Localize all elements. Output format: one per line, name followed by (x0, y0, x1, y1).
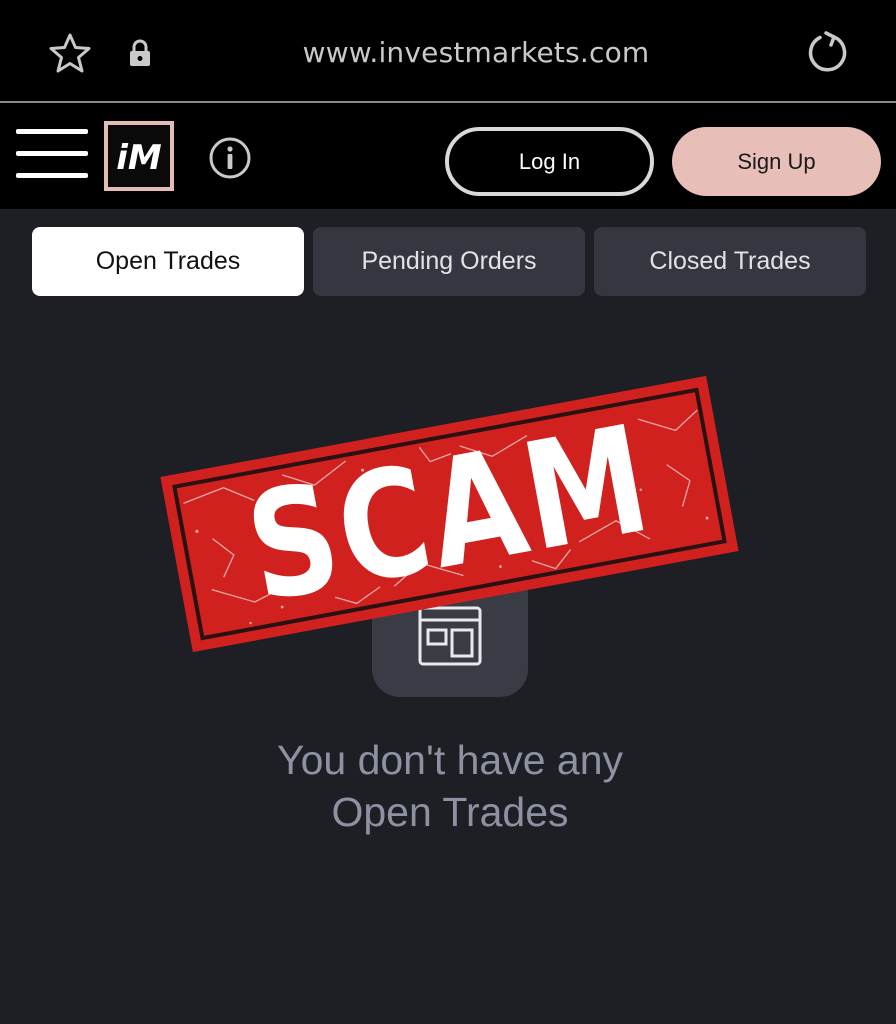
site-logo[interactable]: iM (104, 121, 174, 191)
star-icon[interactable] (48, 32, 92, 74)
tab-closed-trades[interactable]: Closed Trades (594, 227, 866, 296)
signup-button[interactable]: Sign Up (672, 127, 881, 196)
empty-box-icon (418, 606, 482, 666)
svg-text:iM: iM (116, 138, 162, 178)
scam-stamp-text: SCAM (235, 392, 664, 636)
reload-icon[interactable] (804, 30, 850, 76)
login-button[interactable]: Log In (445, 127, 654, 196)
menu-icon[interactable] (16, 127, 88, 181)
empty-state-message-line1: You don't have any (277, 737, 623, 783)
empty-state-message-line2: Open Trades (331, 789, 569, 835)
tab-open-trades[interactable]: Open Trades (32, 227, 304, 296)
lock-icon (130, 39, 150, 66)
logo-mark: iM (116, 138, 162, 178)
tab-pending-orders[interactable]: Pending Orders (313, 227, 585, 296)
address-bar-url[interactable]: www.investmarkets.com (248, 33, 704, 73)
info-icon[interactable] (208, 136, 252, 180)
